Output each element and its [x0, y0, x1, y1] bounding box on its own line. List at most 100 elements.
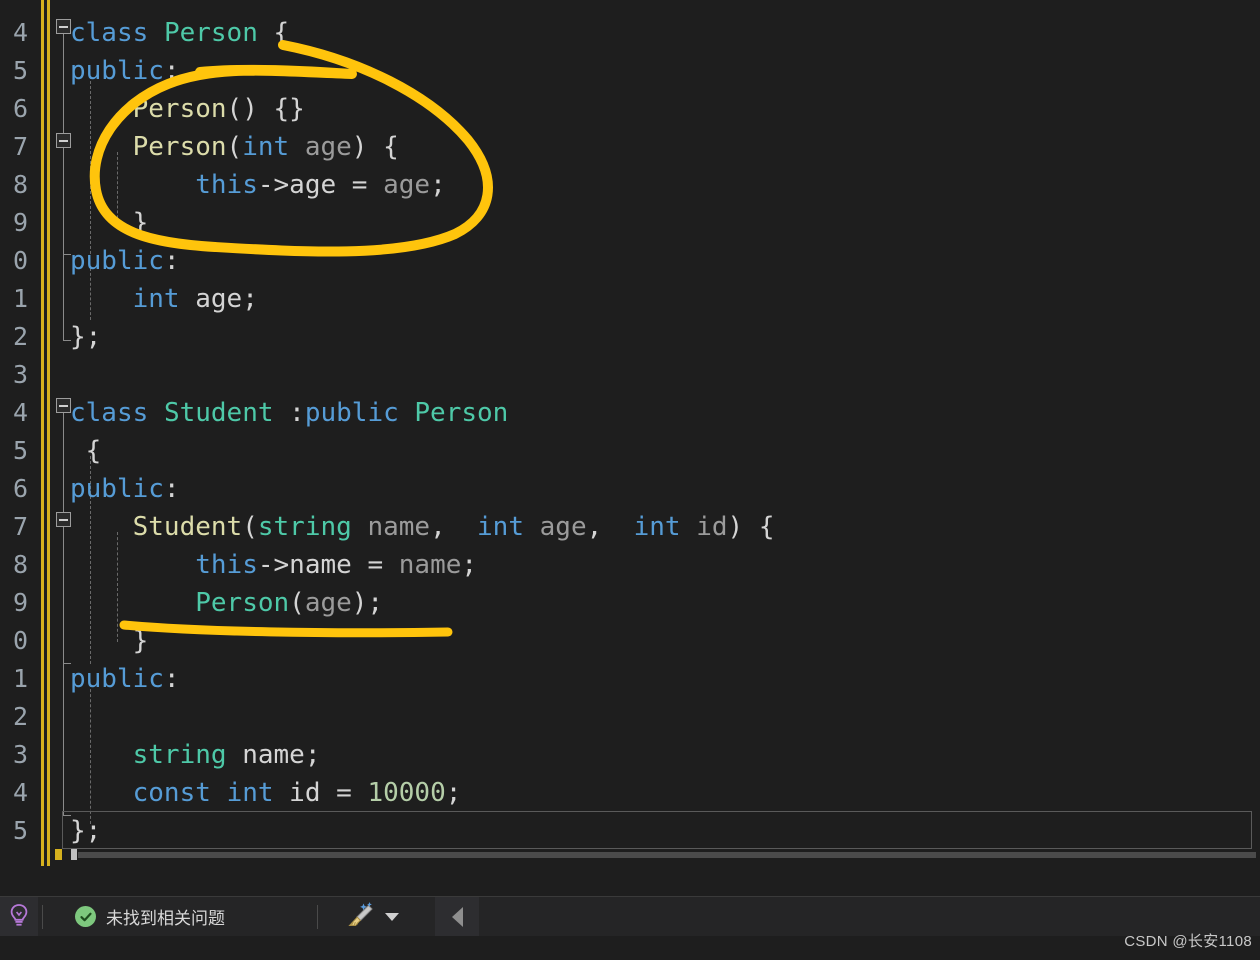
line-number: 6: [12, 474, 28, 503]
collapse-toggle-class-person[interactable]: [56, 19, 71, 34]
code-editor-surface[interactable]: 4567890123456789012345 class Person {pu…: [0, 0, 1260, 866]
code-token: Student: [163, 398, 274, 428]
line-number: 3: [12, 740, 28, 769]
chevron-down-icon[interactable]: [385, 912, 399, 921]
collapse-toggle-student-ctor[interactable]: [56, 512, 71, 527]
line-number: 4: [12, 778, 28, 807]
code-token: };: [70, 322, 102, 352]
horizontal-scrollbar-thumb[interactable]: [78, 852, 1256, 858]
quick-actions-lightbulb-button[interactable]: [0, 896, 38, 937]
code-line[interactable]: public:: [70, 660, 180, 698]
build-status-indicator[interactable]: 未找到相关问题: [65, 897, 235, 937]
code-line[interactable]: const int id = 10000;: [70, 774, 462, 812]
code-cleanup-button[interactable]: [336, 897, 409, 937]
code-token: :: [273, 398, 305, 428]
annotation-underline-person-age-call: [119, 620, 453, 638]
code-line[interactable]: public:: [70, 470, 180, 508]
line-number: 2: [12, 702, 28, 731]
code-line[interactable]: this->age = age;: [70, 166, 446, 204]
outline-bracket-person-tail: [63, 254, 64, 340]
code-token: class: [70, 398, 149, 428]
code-token: ;: [461, 550, 478, 580]
status-text: 未找到相关问题: [106, 909, 225, 928]
code-token: int: [226, 778, 274, 808]
code-token: age;: [179, 284, 258, 314]
code-line[interactable]: this->name = name;: [70, 546, 477, 584]
line-number: 8: [12, 170, 28, 199]
line-number: 0: [12, 626, 28, 655]
code-line[interactable]: {: [70, 432, 102, 470]
scrollbar-change-marker: [55, 849, 62, 860]
code-line[interactable]: class Student :public Person: [70, 394, 508, 432]
code-line[interactable]: }: [70, 204, 149, 242]
status-bar: 未找到相关问题: [0, 896, 1260, 937]
line-number: 1: [12, 664, 28, 693]
code-line[interactable]: Person(age);: [70, 584, 383, 622]
code-token: =: [351, 550, 399, 580]
code-token: this: [195, 550, 258, 580]
code-line[interactable]: int age;: [70, 280, 258, 318]
code-token: :: [163, 56, 180, 86]
visual-studio-editor-window: 4567890123456789012345 class Person {pu…: [0, 0, 1260, 960]
code-line[interactable]: Person() {}: [70, 90, 305, 128]
code-token: :: [163, 246, 180, 276]
code-line[interactable]: public:: [70, 242, 180, 280]
code-line[interactable]: }: [70, 622, 149, 660]
code-token: public: [304, 398, 399, 428]
code-token: const: [132, 778, 211, 808]
code-token: public: [70, 56, 164, 86]
code-token: =: [336, 170, 384, 200]
code-token: );: [351, 588, 384, 618]
code-token: Person: [132, 94, 227, 124]
code-line[interactable]: Person(int age) {: [70, 128, 399, 166]
navigate-backward-button[interactable]: [435, 896, 479, 937]
code-token: 10000: [367, 778, 446, 808]
code-line[interactable]: string name;: [70, 736, 321, 774]
scrollbar-caret-marker: [71, 849, 77, 860]
code-token: public: [70, 246, 164, 276]
code-line[interactable]: public:: [70, 52, 180, 90]
code-token: int: [242, 132, 290, 162]
code-line[interactable]: };: [70, 318, 101, 356]
unsaved-change-bar-outer: [41, 0, 44, 866]
code-token: }: [70, 626, 149, 656]
code-token: name: [398, 550, 462, 580]
status-divider-2: [317, 904, 318, 929]
code-token: age: [539, 512, 587, 542]
collapse-toggle-person-ctor[interactable]: [56, 133, 71, 148]
code-token: name: [289, 550, 352, 580]
csdn-watermark: CSDN @长安1108: [1124, 933, 1252, 950]
line-number: 5: [12, 816, 28, 845]
collapse-toggle-class-student[interactable]: [56, 398, 71, 413]
caret-left-icon: [451, 906, 463, 927]
code-token: ->: [257, 550, 290, 580]
line-number: 8: [12, 550, 28, 579]
code-line[interactable]: Student(string name, int age, int id) {: [70, 508, 775, 546]
code-token: ->: [257, 170, 290, 200]
code-token: Person: [414, 398, 509, 428]
code-token: age: [304, 588, 352, 618]
code-token: {: [257, 18, 290, 48]
status-divider-1: [42, 904, 43, 929]
code-token: () {}: [226, 94, 305, 124]
code-line[interactable]: class Person {: [70, 14, 289, 52]
line-number: 4: [12, 18, 28, 47]
check-circle-icon: [75, 906, 96, 927]
line-number: 9: [12, 588, 28, 617]
code-token: int: [477, 512, 524, 542]
code-token: (: [226, 132, 243, 162]
code-token: string: [132, 740, 227, 770]
code-token: Student: [132, 512, 243, 542]
horizontal-scrollbar-strip[interactable]: [0, 849, 1260, 861]
line-number: 4: [12, 398, 28, 427]
